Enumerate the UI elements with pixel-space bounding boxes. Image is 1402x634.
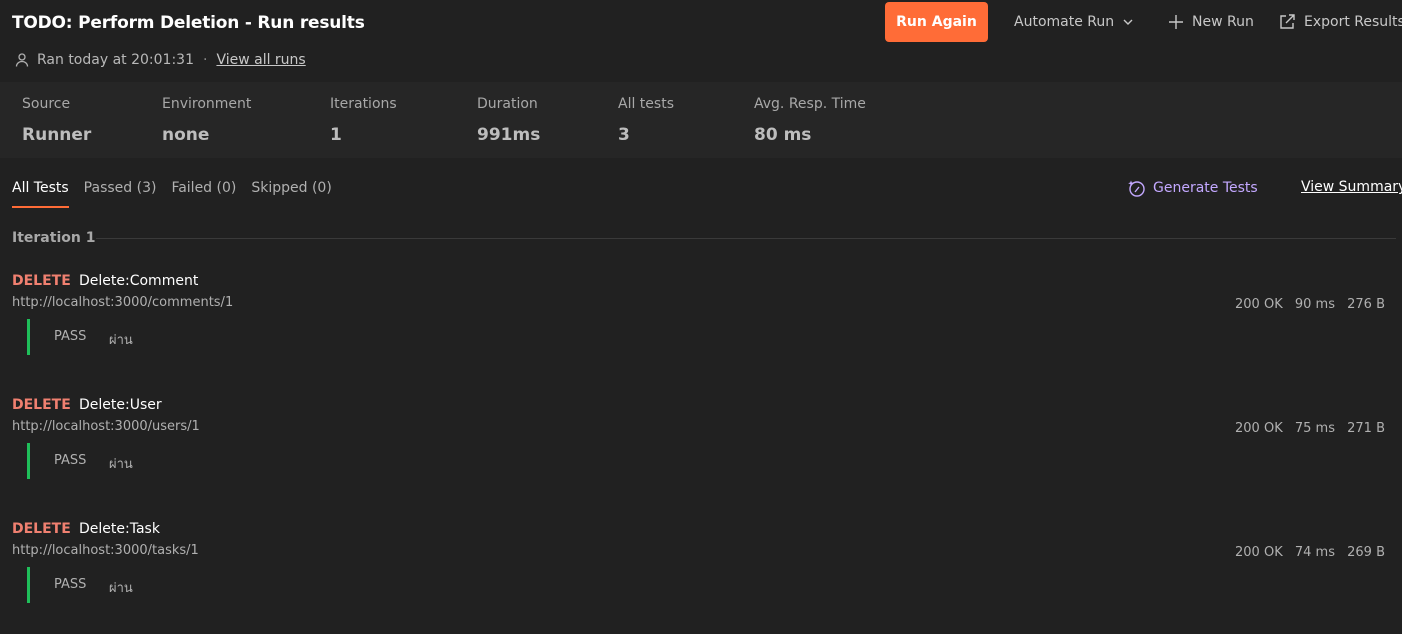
request-method: DELETE	[12, 521, 71, 537]
response-size: 276 B	[1347, 297, 1385, 312]
tab-passed[interactable]: Passed (3)	[84, 178, 157, 208]
test-status: PASS	[54, 577, 87, 592]
run-results-page: TODO: Perform Deletion - Run results Ran…	[0, 0, 1402, 634]
response-info: 200 OK 90 ms 276 B	[1227, 297, 1385, 312]
response-time: 75 ms	[1294, 421, 1335, 436]
stat-value: 3	[618, 125, 630, 145]
export-icon	[1280, 14, 1295, 29]
meta-separator: ·	[202, 52, 208, 68]
request-method: DELETE	[12, 397, 71, 413]
stat-label: Iterations	[330, 96, 397, 112]
test-status: PASS	[54, 329, 87, 344]
view-summary-link[interactable]: View Summary	[1301, 179, 1402, 195]
tab-failed[interactable]: Failed (0)	[171, 178, 236, 208]
page-title: TODO: Perform Deletion - Run results	[12, 13, 365, 33]
chevron-down-icon	[1123, 19, 1133, 25]
test-result: PASS ผ่าน	[27, 319, 133, 355]
stat-label: Source	[22, 96, 71, 112]
test-name: ผ่าน	[109, 581, 133, 596]
response-status: 200 OK	[1235, 421, 1283, 436]
request-name[interactable]: Delete:Comment	[79, 273, 198, 289]
request-row[interactable]: DELETE Delete:Comment http://localhost:3…	[0, 273, 1402, 397]
sparkle-icon	[1128, 180, 1145, 197]
request-name[interactable]: Delete:Task	[79, 521, 160, 537]
stat-label: Avg. Resp. Time	[754, 96, 866, 112]
stat-label: Duration	[477, 96, 538, 112]
tab-skipped[interactable]: Skipped (0)	[251, 178, 331, 208]
run-meta: Ran today at 20:01:31 · View all runs	[14, 50, 306, 70]
request-method: DELETE	[12, 273, 71, 289]
automate-run-button[interactable]: Automate Run	[1014, 10, 1134, 34]
request-url: http://localhost:3000/tasks/1	[12, 543, 199, 558]
response-time: 90 ms	[1294, 297, 1335, 312]
request-row[interactable]: DELETE Delete:User http://localhost:3000…	[0, 397, 1402, 521]
request-url: http://localhost:3000/users/1	[12, 419, 200, 434]
stat-label: Environment	[162, 96, 252, 112]
ran-at-text: Ran today at 20:01:31	[37, 52, 194, 68]
response-info: 200 OK 74 ms 269 B	[1227, 545, 1385, 560]
test-status: PASS	[54, 453, 87, 468]
response-size: 271 B	[1347, 421, 1385, 436]
test-result: PASS ผ่าน	[27, 567, 133, 603]
new-run-button[interactable]: New Run	[1168, 10, 1254, 34]
request-url: http://localhost:3000/comments/1	[12, 295, 234, 310]
request-name[interactable]: Delete:User	[79, 397, 162, 413]
view-all-runs-link[interactable]: View all runs	[216, 52, 305, 68]
test-result: PASS ผ่าน	[27, 443, 133, 479]
plus-icon	[1169, 15, 1183, 29]
export-results-button[interactable]: Export Results	[1278, 10, 1402, 34]
response-size: 269 B	[1347, 545, 1385, 560]
test-name: ผ่าน	[109, 333, 133, 348]
response-time: 74 ms	[1294, 545, 1335, 560]
response-info: 200 OK 75 ms 271 B	[1227, 421, 1385, 436]
user-icon	[15, 53, 29, 67]
test-name: ผ่าน	[109, 457, 133, 472]
response-status: 200 OK	[1235, 545, 1283, 560]
stat-value: 80 ms	[754, 125, 812, 145]
export-results-label: Export Results	[1304, 14, 1402, 30]
stat-value: none	[162, 125, 210, 145]
stat-value: Runner	[22, 125, 92, 145]
stat-value: 1	[330, 125, 342, 145]
response-status: 200 OK	[1235, 297, 1283, 312]
iteration-divider	[96, 238, 1396, 239]
tab-all-tests[interactable]: All Tests	[12, 178, 69, 208]
request-row[interactable]: DELETE Delete:Task http://localhost:3000…	[0, 521, 1402, 634]
generate-tests-button[interactable]: Generate Tests	[1127, 177, 1258, 199]
new-run-label: New Run	[1192, 14, 1254, 30]
run-again-button[interactable]: Run Again	[885, 2, 988, 42]
generate-tests-label: Generate Tests	[1153, 180, 1258, 196]
stat-label: All tests	[618, 96, 674, 112]
automate-run-label: Automate Run	[1014, 14, 1115, 30]
run-stats: Source Runner Environment none Iteration…	[0, 82, 1402, 158]
stat-value: 991ms	[477, 125, 541, 145]
iteration-label: Iteration 1	[12, 230, 96, 246]
result-tabs: All Tests Passed (3) Failed (0) Skipped …	[12, 178, 347, 208]
